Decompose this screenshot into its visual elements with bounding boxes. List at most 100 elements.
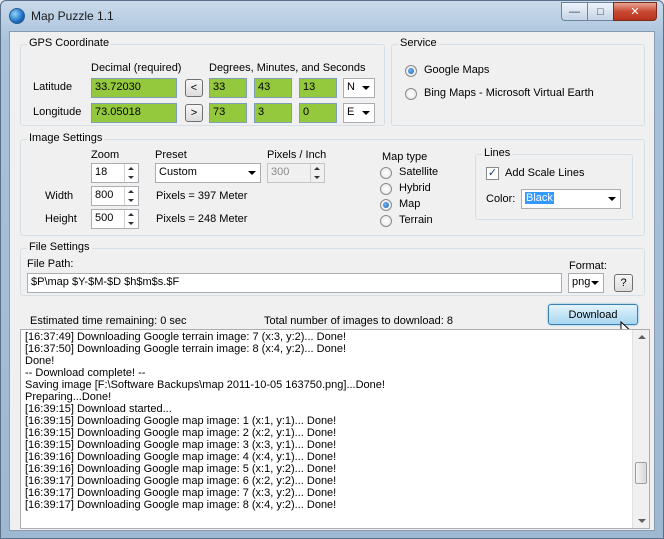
width-info: Pixels = 397 Meter bbox=[156, 190, 248, 202]
chevron-down-icon bbox=[362, 111, 370, 115]
width-stepper[interactable]: 800 bbox=[91, 186, 139, 206]
scroll-thumb[interactable] bbox=[635, 462, 647, 484]
height-stepper[interactable]: 500 bbox=[91, 209, 139, 229]
spin-down-icon[interactable] bbox=[128, 222, 134, 225]
file-settings-label: File Settings bbox=[27, 241, 92, 253]
format-select[interactable]: png bbox=[568, 273, 604, 293]
terrain-radio[interactable] bbox=[380, 215, 392, 227]
hybrid-label: Hybrid bbox=[399, 182, 431, 194]
terrain-label: Terrain bbox=[399, 214, 433, 226]
ppi-value: 300 bbox=[271, 166, 290, 178]
log-line: -- Download complete! -- bbox=[25, 367, 146, 379]
chevron-down-icon bbox=[591, 281, 599, 285]
bing-maps-radio[interactable] bbox=[405, 88, 417, 100]
add-scale-lines-checkbox[interactable]: ✓ bbox=[486, 167, 499, 180]
log-output[interactable]: [16:37:49] Downloading Google terrain im… bbox=[20, 329, 650, 529]
log-line: [16:39:15] Downloading Google map image:… bbox=[25, 415, 337, 427]
longitude-hemisphere-value: E bbox=[347, 106, 355, 118]
preset-label: Preset bbox=[155, 149, 187, 161]
preset-value: Custom bbox=[159, 166, 197, 178]
line-color-value: Black bbox=[525, 192, 554, 204]
log-line: [16:37:49] Downloading Google terrain im… bbox=[25, 331, 347, 343]
service-group: Service Google Maps Bing Maps - Microsof… bbox=[391, 37, 645, 126]
longitude-convert-button[interactable]: > bbox=[185, 104, 203, 122]
dms-header: Degrees, Minutes, and Seconds bbox=[209, 62, 366, 74]
log-line: Preparing...Done! bbox=[25, 391, 112, 403]
width-spin-buttons[interactable] bbox=[124, 187, 138, 205]
latitude-hemisphere-select[interactable]: N bbox=[343, 78, 375, 98]
log-line: Done! bbox=[25, 355, 55, 367]
title-bar[interactable]: Map Puzzle 1.1 — □ ✕ bbox=[1, 1, 663, 31]
preset-select[interactable]: Custom bbox=[155, 163, 261, 183]
spin-up-icon[interactable] bbox=[128, 167, 134, 170]
gps-group-label: GPS Coordinate bbox=[27, 37, 112, 49]
gps-coordinate-group: GPS Coordinate Decimal (required) Degree… bbox=[20, 37, 385, 126]
latitude-convert-button[interactable]: < bbox=[185, 79, 203, 97]
chevron-down-icon bbox=[248, 171, 256, 175]
line-color-select[interactable]: Black bbox=[521, 189, 621, 209]
satellite-label: Satellite bbox=[399, 166, 439, 178]
log-line: [16:39:17] Downloading Google map image:… bbox=[25, 487, 337, 499]
color-label: Color: bbox=[486, 193, 516, 205]
file-path-label: File Path: bbox=[27, 258, 74, 270]
latitude-minutes-input[interactable]: 43 bbox=[254, 78, 292, 98]
chevron-down-icon bbox=[608, 197, 616, 201]
file-settings-group: File Settings File Path: $P\map $Y-$M-$D… bbox=[20, 241, 645, 296]
zoom-value: 18 bbox=[95, 166, 108, 178]
height-spin-buttons[interactable] bbox=[124, 210, 138, 228]
map-label: Map bbox=[399, 198, 421, 210]
decimal-header: Decimal (required) bbox=[91, 62, 182, 74]
google-maps-label: Google Maps bbox=[424, 64, 490, 76]
close-button[interactable]: ✕ bbox=[613, 2, 657, 21]
zoom-spin-buttons[interactable] bbox=[124, 164, 138, 182]
time-remaining: Estimated time remaining: 0 sec bbox=[30, 315, 187, 327]
maximize-button[interactable]: □ bbox=[587, 2, 613, 21]
spin-down-icon bbox=[314, 176, 320, 179]
longitude-minutes-input[interactable]: 3 bbox=[254, 103, 292, 123]
height-info: Pixels = 248 Meter bbox=[156, 213, 248, 225]
help-button[interactable]: ? bbox=[614, 274, 633, 292]
lines-group: Lines ✓ Add Scale Lines Color: Black bbox=[475, 147, 633, 220]
scroll-up-icon[interactable] bbox=[638, 335, 646, 339]
ppi-spin-buttons bbox=[310, 164, 324, 182]
latitude-decimal-input[interactable]: 33.72030 bbox=[91, 78, 177, 98]
log-line: [16:39:15] Downloading Google map image:… bbox=[25, 439, 337, 451]
scroll-down-icon[interactable] bbox=[638, 519, 646, 523]
map-radio[interactable] bbox=[380, 199, 392, 211]
add-scale-lines-label: Add Scale Lines bbox=[505, 167, 585, 179]
ppi-stepper: 300 bbox=[267, 163, 325, 183]
log-line: [16:37:50] Downloading Google terrain im… bbox=[25, 343, 347, 355]
longitude-seconds-input[interactable]: 0 bbox=[299, 103, 337, 123]
satellite-radio[interactable] bbox=[380, 167, 392, 179]
lines-label: Lines bbox=[482, 147, 513, 159]
zoom-stepper[interactable]: 18 bbox=[91, 163, 139, 183]
google-maps-radio[interactable] bbox=[405, 65, 417, 77]
log-line: [16:39:16] Downloading Google map image:… bbox=[25, 451, 337, 463]
globe-icon bbox=[9, 8, 25, 24]
log-line: [16:39:17] Downloading Google map image:… bbox=[25, 475, 337, 487]
log-line: [16:39:17] Downloading Google map image:… bbox=[25, 499, 337, 511]
client-area: GPS Coordinate Decimal (required) Degree… bbox=[9, 31, 655, 531]
log-lines: [16:37:49] Downloading Google terrain im… bbox=[25, 331, 630, 511]
log-line: [16:39:15] Download started... bbox=[25, 403, 172, 415]
spin-down-icon[interactable] bbox=[128, 176, 134, 179]
zoom-label: Zoom bbox=[91, 149, 120, 161]
longitude-label: Longitude bbox=[33, 106, 82, 118]
window-controls: — □ ✕ bbox=[561, 2, 657, 21]
longitude-hemisphere-select[interactable]: E bbox=[343, 103, 375, 123]
spin-up-icon[interactable] bbox=[128, 213, 134, 216]
hybrid-radio[interactable] bbox=[380, 183, 392, 195]
spin-up-icon[interactable] bbox=[128, 190, 134, 193]
image-settings-label: Image Settings bbox=[27, 132, 105, 144]
image-settings-group: Image Settings Zoom 18 Preset Custom Pix… bbox=[20, 132, 645, 236]
minimize-button[interactable]: — bbox=[561, 2, 587, 21]
latitude-degrees-input[interactable]: 33 bbox=[209, 78, 247, 98]
log-scrollbar[interactable] bbox=[632, 330, 649, 528]
longitude-degrees-input[interactable]: 73 bbox=[209, 103, 247, 123]
file-path-input[interactable]: $P\map $Y-$M-$D $h$m$s.$F bbox=[27, 273, 562, 293]
longitude-decimal-input[interactable]: 73.05018 bbox=[91, 103, 177, 123]
window-title: Map Puzzle 1.1 bbox=[31, 9, 114, 23]
latitude-seconds-input[interactable]: 13 bbox=[299, 78, 337, 98]
format-value: png bbox=[572, 276, 591, 288]
spin-down-icon[interactable] bbox=[128, 199, 134, 202]
